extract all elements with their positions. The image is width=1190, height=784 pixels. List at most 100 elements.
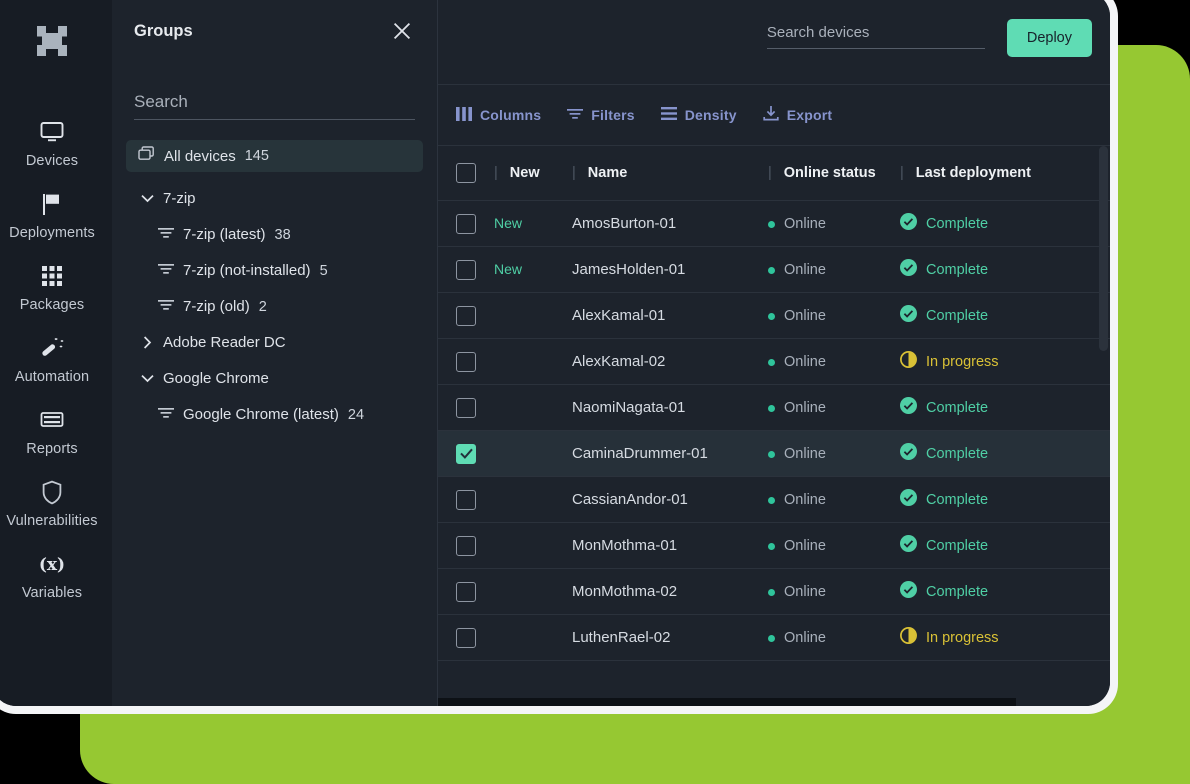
table-row[interactable]: CaminaDrummer-01 Online Complete bbox=[438, 431, 1110, 477]
column-divider: | bbox=[768, 165, 772, 181]
tree-item-7zip-old[interactable]: 7-zip (old) 2 bbox=[126, 290, 423, 323]
tree-item-count: 38 bbox=[274, 226, 291, 243]
row-checkbox[interactable] bbox=[456, 489, 476, 510]
columns-label: Columns bbox=[480, 107, 542, 123]
monitor-icon bbox=[40, 119, 64, 145]
check-circle-icon bbox=[900, 535, 917, 556]
tree-item-7zip-not-installed[interactable]: 7-zip (not-installed) 5 bbox=[126, 254, 423, 287]
report-lines-icon bbox=[40, 407, 64, 433]
row-online-status: Online bbox=[768, 537, 900, 554]
column-header-last-deployment[interactable]: | Last deployment bbox=[900, 165, 1110, 181]
sidebar-item-vulnerabilities[interactable]: Vulnerabilities bbox=[0, 468, 112, 540]
export-label: Export bbox=[786, 107, 833, 123]
row-checkbox[interactable] bbox=[456, 351, 476, 372]
variable-x-icon: (x) bbox=[35, 551, 69, 577]
row-select-cell bbox=[438, 351, 494, 372]
tree-item-label: Google Chrome bbox=[163, 370, 269, 387]
select-all-checkbox[interactable] bbox=[456, 163, 476, 183]
vertical-scrollbar[interactable] bbox=[1099, 146, 1108, 351]
table-row[interactable]: New AmosBurton-01 Online Complete bbox=[438, 201, 1110, 247]
online-dot-icon bbox=[768, 358, 775, 366]
tree-item-7zip-latest[interactable]: 7-zip (latest) 38 bbox=[126, 218, 423, 251]
deployment-status: Complete bbox=[900, 443, 1110, 464]
tree-item-google-chrome[interactable]: Google Chrome bbox=[126, 362, 423, 395]
groups-search-input[interactable] bbox=[134, 92, 415, 112]
row-checkbox[interactable] bbox=[456, 305, 476, 326]
table-row[interactable]: CassianAndor-01 Online Complete bbox=[438, 477, 1110, 523]
filter-icon bbox=[158, 226, 174, 243]
tree-item-count: 24 bbox=[347, 406, 365, 423]
sidebar-item-label: Deployments bbox=[9, 225, 95, 241]
check-circle-icon bbox=[900, 397, 917, 418]
deploy-button[interactable]: Deploy bbox=[1006, 19, 1092, 57]
column-divider: | bbox=[572, 165, 576, 181]
column-header-new[interactable]: | New bbox=[494, 165, 572, 181]
screenshot-stage: Devices Deployments Packages Automation … bbox=[0, 0, 1190, 784]
row-device-name: NaomiNagata-01 bbox=[572, 399, 686, 416]
tree-item-label: 7-zip bbox=[163, 190, 196, 207]
tree-item-adobe-reader-dc[interactable]: Adobe Reader DC bbox=[126, 326, 423, 359]
close-icon[interactable] bbox=[389, 18, 415, 44]
row-select-cell bbox=[438, 259, 494, 280]
row-checkbox[interactable] bbox=[456, 443, 476, 464]
tree-item-7zip[interactable]: 7-zip bbox=[126, 182, 423, 215]
row-checkbox[interactable] bbox=[456, 259, 476, 280]
table-row[interactable]: AlexKamal-01 Online Complete bbox=[438, 293, 1110, 339]
deployment-status-label: In progress bbox=[926, 629, 999, 646]
tree-item-google-chrome-latest[interactable]: Google Chrome (latest) 24 bbox=[126, 398, 423, 431]
chevron-right-icon[interactable] bbox=[140, 336, 154, 349]
sidebar-item-packages[interactable]: Packages bbox=[0, 252, 112, 324]
table-row[interactable]: New JamesHolden-01 Online Complete bbox=[438, 247, 1110, 293]
online-dot-icon bbox=[768, 312, 775, 320]
column-divider: | bbox=[900, 165, 904, 181]
row-checkbox[interactable] bbox=[456, 213, 476, 234]
filters-button[interactable]: Filters bbox=[567, 107, 635, 123]
row-checkbox[interactable] bbox=[456, 535, 476, 556]
row-last-deployment: In progress bbox=[900, 627, 1110, 648]
groups-panel-header: Groups bbox=[126, 0, 423, 44]
groups-search-field[interactable] bbox=[134, 92, 415, 120]
horizontal-scrollbar[interactable] bbox=[438, 698, 1016, 706]
online-dot-icon bbox=[768, 588, 775, 596]
row-checkbox[interactable] bbox=[456, 581, 476, 602]
column-header-name[interactable]: | Name bbox=[572, 165, 768, 181]
online-label: Online bbox=[784, 446, 826, 462]
check-circle-icon bbox=[900, 305, 917, 326]
deployment-status-label: Complete bbox=[926, 215, 989, 232]
chevron-down-icon[interactable] bbox=[140, 374, 154, 383]
sidebar-item-devices[interactable]: Devices bbox=[0, 108, 112, 180]
sidebar-item-automation[interactable]: Automation bbox=[0, 324, 112, 396]
chevron-down-icon[interactable] bbox=[140, 194, 154, 203]
app-logo-icon[interactable] bbox=[29, 18, 75, 64]
table-row[interactable]: LuthenRael-02 Online In progress bbox=[438, 615, 1110, 661]
table-header-row: | New | Name | Online status | Last deployme… bbox=[438, 146, 1110, 201]
row-online-status: Online bbox=[768, 445, 900, 462]
select-all-cell bbox=[438, 163, 494, 183]
sidebar-item-variables[interactable]: (x) Variables bbox=[0, 540, 112, 612]
row-checkbox[interactable] bbox=[456, 627, 476, 648]
row-checkbox[interactable] bbox=[456, 397, 476, 418]
density-button[interactable]: Density bbox=[660, 107, 737, 123]
tree-item-all-devices[interactable]: All devices 145 bbox=[126, 140, 423, 172]
table-row[interactable]: MonMothma-02 Online Complete bbox=[438, 569, 1110, 615]
check-circle-icon bbox=[900, 213, 917, 234]
column-header-online-status[interactable]: | Online status bbox=[768, 165, 900, 181]
table-row[interactable]: MonMothma-01 Online Complete bbox=[438, 523, 1110, 569]
table-row[interactable]: NaomiNagata-01 Online Complete bbox=[438, 385, 1110, 431]
flag-icon bbox=[41, 191, 63, 217]
shield-icon bbox=[41, 479, 63, 505]
row-online-status: Online bbox=[768, 353, 900, 370]
row-last-deployment: Complete bbox=[900, 443, 1110, 464]
deployment-status: Complete bbox=[900, 213, 1110, 234]
export-button[interactable]: Export bbox=[763, 106, 833, 124]
sidebar-item-deployments[interactable]: Deployments bbox=[0, 180, 112, 252]
tree-item-label: 7-zip (latest) bbox=[183, 226, 266, 243]
density-icon bbox=[660, 107, 677, 123]
sidebar-item-label: Vulnerabilities bbox=[6, 513, 98, 529]
columns-button[interactable]: Columns bbox=[456, 106, 542, 124]
search-devices-field[interactable] bbox=[766, 23, 985, 49]
online-dot-icon bbox=[768, 634, 775, 642]
search-devices-input[interactable] bbox=[766, 23, 985, 41]
table-row[interactable]: AlexKamal-02 Online In progress bbox=[438, 339, 1110, 385]
sidebar-item-reports[interactable]: Reports bbox=[0, 396, 112, 468]
